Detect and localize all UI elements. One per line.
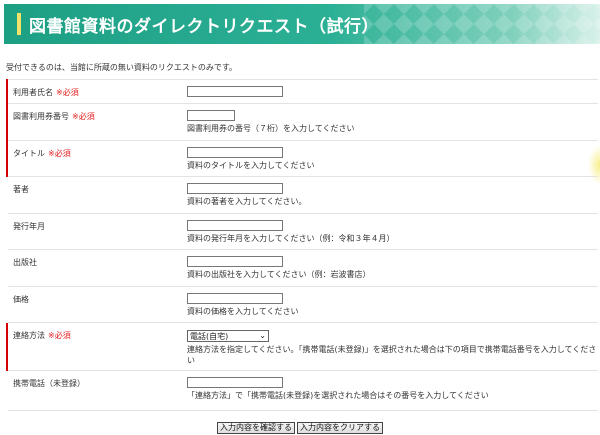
field-input-cell: 図書利用券の番号（７桁）を入力してください (181, 103, 598, 141)
field-input-cell: 資料の出版社を入力してください（例：岩波書店） (181, 249, 598, 287)
required-mark: ※必須 (72, 112, 95, 121)
required-mark: ※必須 (56, 88, 79, 97)
page-header-banner: 図書館資料のダイレクトリクエスト（試行） (4, 4, 600, 44)
form-row-author: 著者 資料の著者を入力してください。 (6, 176, 598, 214)
name-input[interactable] (187, 86, 283, 97)
field-label: 価格 (13, 295, 29, 304)
price-input[interactable] (187, 293, 283, 304)
field-label: 連絡方法 (13, 331, 45, 340)
field-label: 著者 (13, 185, 29, 194)
field-input-cell (181, 79, 598, 104)
publisher-input[interactable] (187, 256, 283, 267)
required-mark: ※必須 (48, 149, 71, 158)
field-label-cell: タイトル ※必須 (6, 140, 181, 177)
title-input[interactable] (187, 147, 283, 158)
contact-method-select[interactable]: 電話(自宅) ⌄ (187, 330, 269, 342)
clear-button[interactable]: 入力内容をクリアする (297, 422, 383, 434)
field-label-cell: 価格 (6, 286, 181, 323)
field-label-cell: 出版社 (6, 249, 181, 287)
form-row-publish-date: 発行年月 資料の発行年月を入力してください（例：令和３年４月） (6, 213, 598, 250)
form-row-price: 価格 資料の価格を入力してください (6, 286, 598, 323)
request-form: 利用者氏名 ※必須 図書利用券番号 ※必須 図書利用券の番号（７桁）を入力してくださ… (6, 79, 598, 411)
form-row-title: タイトル ※必須 資料のタイトルを入力してください (6, 140, 598, 177)
field-label-cell: 連絡方法 ※必須 (6, 322, 181, 371)
form-row-contact-method: 連絡方法 ※必須 電話(自宅) ⌄ 連絡方法を指定してください。「携帯電話(未登録… (6, 322, 598, 371)
form-row-name: 利用者氏名 ※必須 (6, 79, 598, 104)
card-number-input[interactable] (187, 110, 235, 121)
field-help: 資料の価格を入力してください (187, 307, 299, 316)
chevron-down-icon: ⌄ (259, 331, 266, 340)
notice-text: 受付できるのは、当館に所蔵の無い資料のリクエストのみです。 (6, 63, 238, 72)
form-actions: 入力内容を確認する 入力内容をクリアする (0, 422, 600, 434)
banner-pattern (364, 4, 600, 44)
field-label-cell: 利用者氏名 ※必須 (6, 79, 181, 104)
select-value: 電話(自宅) (190, 331, 229, 341)
field-help: 「連絡方法」で「携帯電話(未登録)を選択された場合はその番号を入力してください (187, 391, 489, 400)
field-help: 連絡方法を指定してください。「携帯電話(未登録)」を選択された場合は下の項目で携… (187, 345, 597, 365)
required-mark: ※必須 (48, 331, 71, 340)
confirm-button[interactable]: 入力内容を確認する (217, 422, 295, 434)
field-label-cell: 発行年月 (6, 213, 181, 250)
field-input-cell: 資料のタイトルを入力してください (181, 140, 598, 177)
field-input-cell: 資料の著者を入力してください。 (181, 176, 598, 214)
field-label-cell: 携帯電話（未登録） (6, 370, 181, 411)
field-input-cell: 資料の価格を入力してください (181, 286, 598, 323)
field-label-cell: 著者 (6, 176, 181, 214)
title-accent-bar (17, 13, 21, 35)
field-label: 出版社 (13, 258, 37, 267)
field-label: 発行年月 (13, 222, 45, 231)
field-help: 資料の出版社を入力してください（例：岩波書店） (187, 270, 371, 279)
field-label: タイトル (13, 149, 45, 158)
form-row-mobile-phone: 携帯電話（未登録） 「連絡方法」で「携帯電話(未登録)を選択された場合はその番号… (6, 370, 598, 411)
field-help: 資料の発行年月を入力してください（例：令和３年４月） (187, 234, 395, 243)
field-help: 図書利用券の番号（７桁）を入力してください (187, 124, 355, 133)
field-help: 資料のタイトルを入力してください (187, 161, 315, 170)
form-row-publisher: 出版社 資料の出版社を入力してください（例：岩波書店） (6, 249, 598, 287)
mobile-phone-input[interactable] (187, 377, 283, 388)
page-title: 図書館資料のダイレクトリクエスト（試行） (29, 17, 379, 37)
field-input-cell: 電話(自宅) ⌄ 連絡方法を指定してください。「携帯電話(未登録)」を選択された… (181, 322, 598, 371)
field-input-cell: 「連絡方法」で「携帯電話(未登録)を選択された場合はその番号を入力してください (181, 370, 598, 411)
field-label: 利用者氏名 (13, 88, 53, 97)
author-input[interactable] (187, 183, 283, 194)
field-input-cell: 資料の発行年月を入力してください（例：令和３年４月） (181, 213, 598, 250)
field-label: 図書利用券番号 (13, 112, 69, 121)
field-label: 携帯電話（未登録） (13, 379, 85, 388)
form-row-card-number: 図書利用券番号 ※必須 図書利用券の番号（７桁）を入力してください (6, 103, 598, 141)
field-help: 資料の著者を入力してください。 (187, 197, 307, 206)
publish-date-input[interactable] (187, 220, 283, 231)
field-label-cell: 図書利用券番号 ※必須 (6, 103, 181, 141)
